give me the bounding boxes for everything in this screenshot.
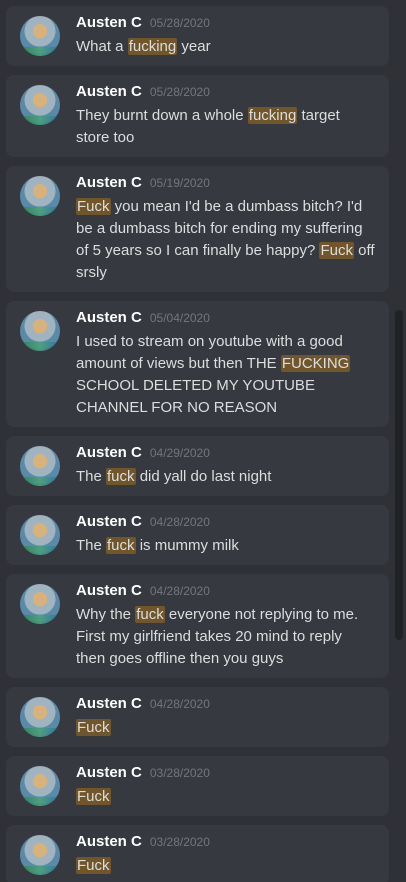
search-highlight: FUCKING	[280, 355, 351, 372]
message-content: Why the fuck everyone not replying to me…	[76, 604, 375, 670]
avatar[interactable]	[20, 697, 60, 737]
author-name[interactable]: Austen C	[76, 83, 142, 100]
search-result-message[interactable]: Austen C 05/28/2020 What a fucking year	[6, 6, 389, 66]
message-header: Austen C 05/28/2020	[76, 83, 375, 105]
search-result-message[interactable]: Austen C 04/28/2020 The fuck is mummy milk	[6, 505, 389, 565]
message-timestamp: 05/19/2020	[149, 176, 210, 190]
search-result-message[interactable]: Austen C 04/28/2020 Why the fuck everyone …	[6, 574, 389, 678]
message-content: Fuck	[76, 786, 375, 808]
author-name[interactable]: Austen C	[76, 513, 142, 530]
message-text: year	[177, 38, 211, 55]
message-timestamp: 04/28/2020	[149, 697, 210, 711]
avatar[interactable]	[20, 515, 60, 555]
avatar[interactable]	[20, 584, 60, 624]
message-text: is mummy milk	[135, 537, 239, 554]
message-timestamp: 04/29/2020	[149, 446, 210, 460]
author-name[interactable]: Austen C	[76, 764, 142, 781]
message-timestamp: 05/28/2020	[149, 85, 210, 99]
message-header: Austen C 05/28/2020	[76, 14, 375, 36]
search-highlight: fuck	[106, 468, 136, 485]
message-header: Austen C 04/28/2020	[76, 582, 375, 604]
message-header: Austen C 04/28/2020	[76, 513, 375, 535]
search-highlight: fuck	[135, 606, 165, 623]
search-highlight: Fuck	[76, 857, 111, 874]
message-text: They burnt down a whole	[76, 107, 248, 124]
author-name[interactable]: Austen C	[76, 695, 142, 712]
message-text: The	[76, 468, 107, 485]
message-header: Austen C 04/28/2020	[76, 695, 375, 717]
message-content: Fuck	[76, 855, 375, 877]
message-text: The	[76, 537, 107, 554]
message-content: What a fucking year	[76, 36, 375, 58]
avatar[interactable]	[20, 835, 60, 875]
search-result-message[interactable]: Austen C 03/28/2020 Fuck	[6, 756, 389, 816]
search-result-message[interactable]: Austen C 04/29/2020 The fuck did yall do l…	[6, 436, 389, 496]
author-name[interactable]: Austen C	[76, 444, 142, 461]
search-result-message[interactable]: Austen C 05/28/2020 They burnt down a whol…	[6, 75, 389, 157]
message-content: The fuck did yall do last night	[76, 466, 375, 488]
search-result-message[interactable]: Austen C 05/19/2020 Fuck you mean I'd be a…	[6, 166, 389, 292]
scrollbar[interactable]	[395, 310, 403, 640]
search-highlight: Fuck	[76, 788, 111, 805]
message-text: What a	[76, 38, 128, 55]
search-result-message[interactable]: Austen C 03/28/2020 Fuck	[6, 825, 389, 882]
avatar[interactable]	[20, 16, 60, 56]
search-result-message[interactable]: Austen C 05/04/2020 I used to stream on yo…	[6, 301, 389, 427]
search-results-list: Austen C 05/28/2020 What a fucking year Aus…	[0, 0, 406, 882]
search-highlight: fuck	[106, 537, 136, 554]
search-highlight: fucking	[127, 38, 178, 55]
search-highlight: fucking	[247, 107, 298, 124]
author-name[interactable]: Austen C	[76, 582, 142, 599]
avatar[interactable]	[20, 446, 60, 486]
message-header: Austen C 04/29/2020	[76, 444, 375, 466]
message-timestamp: 04/28/2020	[149, 584, 210, 598]
avatar[interactable]	[20, 766, 60, 806]
message-content: I used to stream on youtube with a good …	[76, 331, 375, 419]
message-timestamp: 03/28/2020	[149, 766, 210, 780]
message-content: Fuck you mean I'd be a dumbass bitch? I'…	[76, 196, 375, 284]
message-header: Austen C 03/28/2020	[76, 833, 375, 855]
message-timestamp: 03/28/2020	[149, 835, 210, 849]
message-text: did yall do last night	[135, 468, 272, 485]
author-name[interactable]: Austen C	[76, 309, 142, 326]
author-name[interactable]: Austen C	[76, 174, 142, 191]
author-name[interactable]: Austen C	[76, 14, 142, 31]
message-timestamp: 04/28/2020	[149, 515, 210, 529]
avatar[interactable]	[20, 176, 60, 216]
message-content: They burnt down a whole fucking target s…	[76, 105, 375, 149]
message-timestamp: 05/04/2020	[149, 311, 210, 325]
search-highlight: Fuck	[76, 198, 111, 215]
avatar[interactable]	[20, 311, 60, 351]
search-highlight: Fuck	[319, 242, 354, 259]
message-header: Austen C 05/19/2020	[76, 174, 375, 196]
author-name[interactable]: Austen C	[76, 833, 142, 850]
message-timestamp: 05/28/2020	[149, 16, 210, 30]
message-content: The fuck is mummy milk	[76, 535, 375, 557]
message-header: Austen C 03/28/2020	[76, 764, 375, 786]
message-text: SCHOOL DELETED MY YOUTUBE CHANNEL FOR NO…	[76, 377, 315, 416]
message-text: Why the	[76, 606, 136, 623]
avatar[interactable]	[20, 85, 60, 125]
message-header: Austen C 05/04/2020	[76, 309, 375, 331]
search-result-message[interactable]: Austen C 04/28/2020 Fuck	[6, 687, 389, 747]
search-highlight: Fuck	[76, 719, 111, 736]
message-content: Fuck	[76, 717, 375, 739]
